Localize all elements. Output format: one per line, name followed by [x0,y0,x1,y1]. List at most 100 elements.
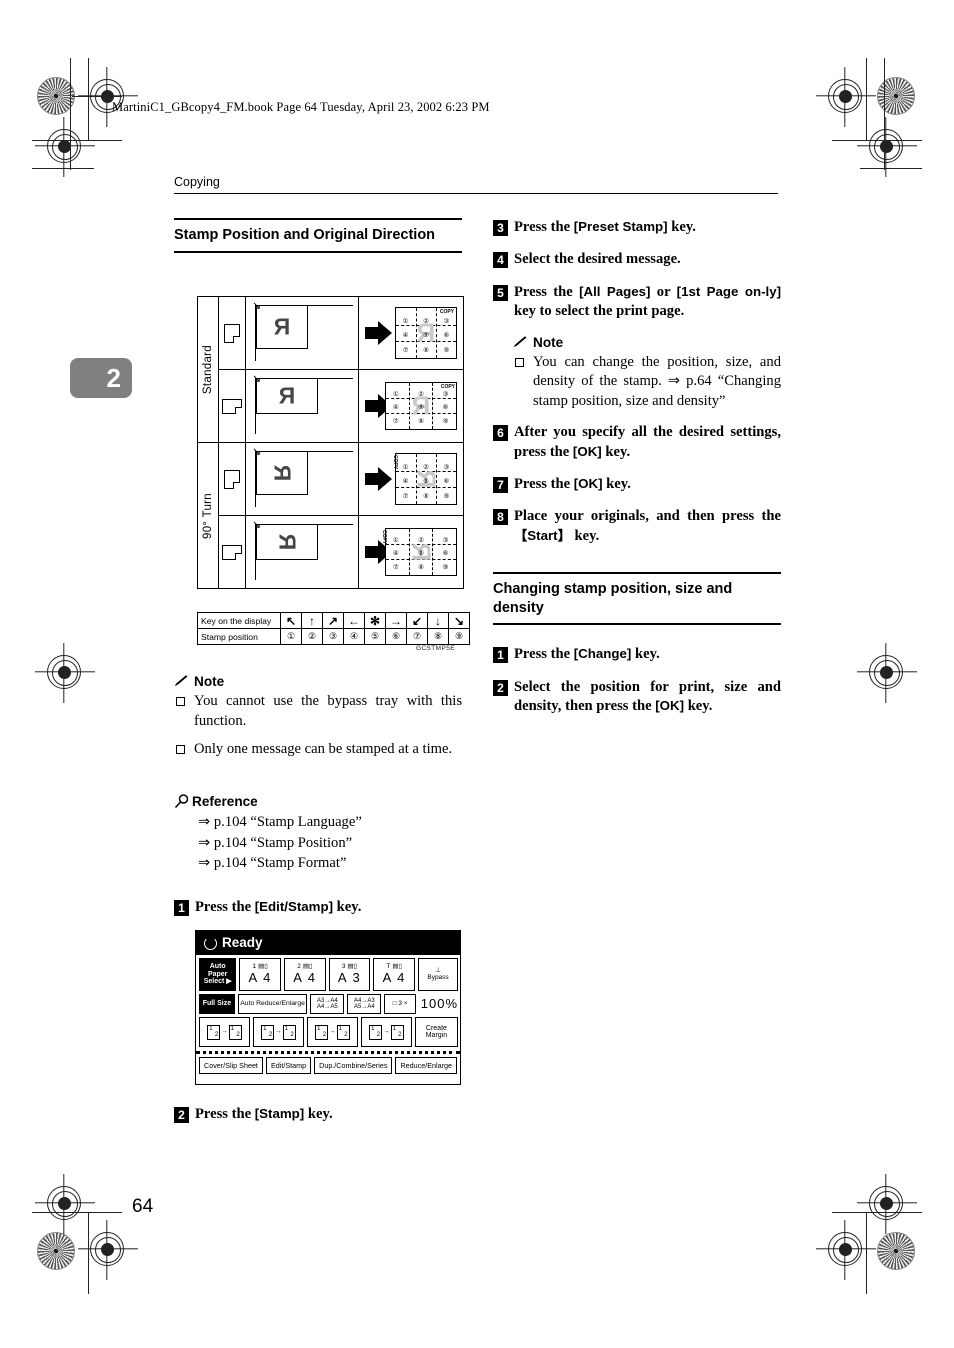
tab-edit-stamp[interactable]: Edit/Stamp [265,1057,312,1074]
legend-pos-4: ④ [343,628,365,645]
direction-label-standard: Standard [197,296,219,443]
legend-pos-9: ⑨ [448,628,470,645]
legend-row-keys: Key on the display ↖ ↑ ↗ ← ✻ → ↙ ↓ ↘ [197,612,470,629]
note-heading-label: Note [533,334,564,350]
zoom-button[interactable]: □ 3 × [384,994,416,1014]
running-head-rule [174,193,778,195]
result-grid: COPY Я ① ② ③ ④ ⑤ ⑥ ⑦ ⑧ ⑨ [392,453,457,505]
figure-legend-table: Key on the display ↖ ↑ ↗ ← ✻ → ↙ ↓ ↘ Sta… [197,612,470,645]
page-body: Copying 2 64 Stamp Position and Original… [0,0,954,1348]
left-column: Stamp Position and Original Direction [174,218,462,275]
tab-cover-slip-sheet[interactable]: Cover/Slip Sheet [199,1057,263,1074]
step-number: 7 [493,477,508,494]
result-cell: COPY Я ① ② ③ ④ ⑤ ⑥ ⑦ ⑧ ⑨ [358,515,464,589]
right-note-block: Note You can change the position, size, … [493,335,781,412]
table-row: Standard ↘ Я COPY Я ① ② ③ ④ ⑤ ⑥ ⑦ ⑧ ⑨ [197,296,464,443]
direction-label-90turn: 90° Turn [197,442,219,589]
tray-button-1[interactable]: 1 ▤▯ A 4 [239,958,282,991]
step-number: 8 [493,509,508,526]
step-text: Press the [All Pages] or [1st Page on-ly… [514,283,782,320]
lcd-status-text: Ready [222,935,263,950]
chapter-tab: 2 [70,358,132,398]
note-bullet-icon [176,745,185,755]
legend-key-3: ↗ [322,612,344,629]
result-grid: COPY Я ① ② ③ ④ ⑤ ⑥ ⑦ ⑧ ⑨ [385,382,457,430]
legend-key-6: → [385,612,407,629]
step-text: Press the [OK] key. [514,476,631,493]
reference-line: ⇒ p.104 “Stamp Format” [198,855,347,872]
step-item: 3 Press the [Preset Stamp] key. [493,218,781,237]
note-bullet-icon [176,697,185,706]
legend-pos-6: ⑥ [385,628,407,645]
key-label-stamp: [Stamp] [254,1106,305,1121]
duplex-button-1to2[interactable]: 1 2 → 1 2 [199,1017,250,1047]
step-text: Select the position for print, size and … [514,678,781,715]
key-label-edit-stamp: [Edit/Stamp] [254,899,334,914]
bypass-tray-button[interactable]: ⊥ Bypass [418,958,458,991]
key-label-ok: [OK] [655,698,685,714]
copier-lcd-panel[interactable]: Ready Auto Paper Select ▶ 1 ▤▯ A 4 2 ▤▯ A … [195,930,461,1085]
combine-button-2to1[interactable]: 1 2 → 1 2 [306,1017,358,1047]
key-label-start: 【Start】 [514,527,571,543]
result-cell: COPY Я ① ② ③ ④ ⑤ ⑥ ⑦ ⑧ ⑨ [358,442,464,516]
figure-code: GCSTMP5E [416,645,455,652]
combine-button-4to1[interactable]: 1 2 → 1 2 [360,1017,412,1047]
reference-line: ⇒ p.104 “Stamp Position” [198,834,353,851]
create-margin-button[interactable]: Create Margin [414,1017,459,1047]
key-label-preset-stamp: [Preset Stamp] [573,219,668,234]
legend-pos-8: ⑧ [427,628,449,645]
step-number: 3 [493,220,508,236]
step-number: 2 [493,679,508,696]
sheet-icon-portrait [218,442,246,516]
note-item: You can change the position, size, and d… [513,353,781,412]
result-grid: COPY Я ① ② ③ ④ ⑤ ⑥ ⑦ ⑧ ⑨ [395,307,457,359]
legend-pos-1: ① [280,628,302,645]
ratio-button-1[interactable]: A3→A4 A4→A5 [310,994,345,1014]
auto-paper-select-button[interactable]: Auto Paper Select ▶ [199,958,237,991]
pencil-icon [174,675,189,688]
tray-button-3[interactable]: 3 ▤▯ A 3 [328,958,371,991]
lcd-duplex-row: 1 2 → 1 2 1 2 → 1 2 1 2 → 1 2 1 2 → 1 2 Create Margin [196,1014,460,1047]
step-item: 1 Press the [Edit/Stamp] key. [174,898,462,917]
legend-row-positions: Stamp position ① ② ③ ④ ⑤ ⑥ ⑦ ⑧ ⑨ [197,628,470,645]
tab-reduce-enlarge[interactable]: Reduce/Enlarge [395,1057,458,1074]
right-column: 3 Press the [Preset Stamp] key. 4 Select… [493,218,781,730]
reference-line: ⇒ p.104 “Stamp Language” [198,814,362,830]
step-item: 2 Select the position for print, size an… [493,678,781,717]
tab-dup-combine-series[interactable]: Dup./Combine/Series [314,1057,393,1074]
sheet-icon-landscape [218,369,246,443]
page-number: 64 [132,1196,154,1217]
key-label-ok: [OK] [572,443,602,459]
key-label-1st-page-only: [1st Page on-ly] [676,283,782,299]
legend-key-5: ✻ [364,612,386,629]
section-title-stamp-position: Stamp Position and Original Direction [174,218,462,253]
step-text: Press the [Preset Stamp] key. [514,219,696,235]
lcd-tab-bar: Cover/Slip Sheet Edit/Stamp Dup./Combine… [196,1051,460,1074]
table-row: ↘ Я COPY Я ① ② ③ ④ ⑤ ⑥ ⑦ ⑧ ⑨ [198,369,464,443]
step-item: 2 Press the [Stamp] key. [174,1105,462,1124]
legend-pos-2: ② [301,628,323,645]
auto-reduce-enlarge-button[interactable]: Auto Reduce/Enlarge [237,994,308,1014]
legend-label-positions: Stamp position [197,628,281,645]
note-heading: Note [174,674,462,689]
figure-stamp-position-direction: Standard ↘ Я COPY Я ① ② ③ ④ ⑤ ⑥ ⑦ ⑧ ⑨ ↘ … [197,296,464,589]
ratio-button-2[interactable]: A4→A3 A5→A4 [347,994,382,1014]
magnifier-icon [174,794,190,809]
full-size-button[interactable]: Full Size [199,994,235,1014]
legend-key-2: ↑ [301,612,323,629]
step-item: 1 Press the [Change] key. [493,645,781,664]
legend-key-8: ↓ [427,612,449,629]
tray-button-2[interactable]: 2 ▤▯ A 4 [284,958,326,991]
legend-key-9: ↘ [448,612,470,629]
key-label-change: [Change] [573,646,632,662]
legend-pos-7: ⑦ [406,628,428,645]
lcd-paper-row: Auto Paper Select ▶ 1 ▤▯ A 4 2 ▤▯ A 4 3 ▤▯ … [196,955,460,991]
tray-button-t[interactable]: T ▤▯ A 4 [373,958,416,991]
step-text: Press the [Edit/Stamp] key. [195,899,362,915]
step-item: 8 Place your originals, and then press t… [493,507,781,546]
note-heading: Note [513,335,781,350]
duplex-button-2to2[interactable]: 1 2 → 1 2 [252,1017,304,1047]
legend-key-4: ← [343,612,365,629]
reference-heading-label: Reference [192,794,258,809]
note-item: You cannot use the bypass tray with this… [174,692,462,731]
